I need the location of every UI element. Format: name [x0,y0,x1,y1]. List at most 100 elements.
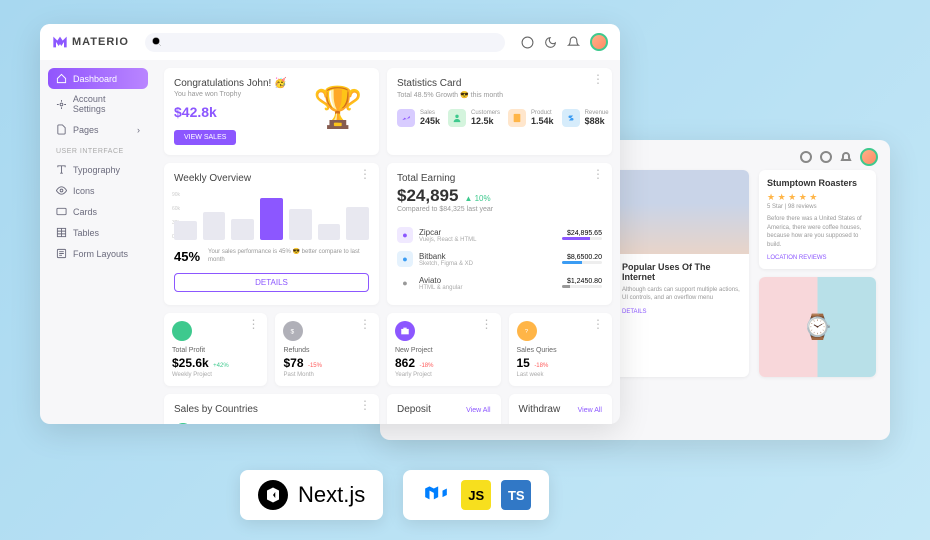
coffee-links[interactable]: LOCATION REVIEWS [767,255,868,261]
view-sales-button[interactable]: VIEW SALES [174,130,236,145]
new-project-card: ⋮ New Project 862 -18% Yearly Project [387,313,501,386]
more-icon[interactable]: ⋮ [592,171,604,177]
sidebar-item-icons[interactable]: Icons [48,180,148,201]
theme-icon[interactable] [820,151,832,163]
dollar-icon: $ [283,321,303,341]
more-icon[interactable]: ⋮ [359,402,371,408]
earning-value: $24,895 [397,186,458,205]
details-button[interactable]: DETAILS [174,273,369,292]
more-icon[interactable]: ⋮ [481,321,493,327]
view-all-link[interactable]: View All [578,407,602,414]
table-icon [56,227,67,238]
statistics-card: ⋮ Statistics Card Total 48.5% Growth 😎 t… [387,68,612,155]
sidebar-item-account[interactable]: Account Settings [48,89,148,119]
view-all-link[interactable]: View All [466,407,490,414]
bell-icon[interactable] [567,36,580,49]
gear-icon [56,99,67,110]
star-rating: ★ ★ ★ ★ ★ [767,192,868,203]
svg-text:?: ? [524,329,528,335]
deposit-card: DepositView All GGumroad AccountSell UI … [387,394,501,424]
total-profit-card: ⋮ Total Profit $25.6k +42% Weekly Projec… [164,313,267,386]
mui-icon [421,480,451,510]
user-icon [448,109,466,127]
nextjs-badge: Next.js [240,470,383,520]
bar [318,224,341,240]
avatar[interactable] [860,148,878,166]
main-content: Congratulations John! 🥳 You have won Tro… [156,60,620,424]
briefcase-icon [395,321,415,341]
bar [289,209,312,240]
rating-label: 5 Star | 98 reviews [767,203,868,211]
watch-image: ⌚ [759,277,876,376]
ts-icon: TS [501,480,531,510]
details-link[interactable]: DETAILS [622,309,741,315]
bar [231,219,254,240]
help-icon: ? [517,321,537,341]
chart-icon [172,321,192,341]
svg-text:$: $ [291,329,295,336]
brand-logo[interactable]: MATERIO [52,34,129,50]
sidebar-item-tables[interactable]: Tables [48,222,148,243]
country-flag-icon: US [174,423,192,424]
nextjs-icon [258,480,288,510]
file-icon [56,124,67,135]
bar [203,212,226,240]
sidebar-item-dashboard[interactable]: Dashboard [48,68,148,89]
logo-icon [52,34,68,50]
dollar-icon [562,109,580,127]
coffee-card: Stumptown Roasters ★ ★ ★ ★ ★ 5 Star | 98… [759,170,876,269]
withdraw-card: WithdrawView All GGoogle AdsensePaypal d… [509,394,612,424]
github-icon[interactable] [800,151,812,163]
total-earning-card: ⋮ Total Earning $24,895▲ 10% Compared to… [387,163,612,305]
js-icon: JS [461,480,491,510]
sidebar-item-pages[interactable]: Pages › [48,119,148,140]
more-icon[interactable]: ⋮ [592,76,604,82]
sales-queries-card: ⋮ ? Sales Quries 15 -18% Last week [509,313,612,386]
coffee-desc: Before there was a United States of Amer… [767,215,868,249]
topbar: MATERIO [40,24,620,60]
bar [346,207,369,240]
primary-window: MATERIO Dashboard Account Settings P [40,24,620,424]
topbar-actions [521,33,608,51]
theme-toggle-icon[interactable] [544,36,557,49]
topbar-icons [800,148,878,166]
bell-icon[interactable] [840,151,852,163]
more-icon[interactable]: ⋮ [247,321,259,327]
form-icon [56,248,67,259]
congratulations-card: Congratulations John! 🥳 You have won Tro… [164,68,379,155]
coffee-title: Stumptown Roasters [767,178,868,188]
trend-icon [397,109,415,127]
weekly-overview-card: ⋮ Weekly Overview 90k60k30k0k 45% Your s… [164,163,379,305]
github-icon[interactable] [521,36,534,49]
bar-chart: 90k60k30k0k [174,192,369,240]
bar [174,221,197,240]
sales-by-countries-card: ⋮ Sales by Countries US $8,656k ▲ 25.8%U… [164,394,379,424]
bar [260,198,283,240]
sidebar-item-cards[interactable]: Cards [48,201,148,222]
watch-card: ⌚ [759,277,876,376]
internet-card: Popular Uses Of The Internet Although ca… [614,170,749,377]
card-icon [56,206,67,217]
sidebar: Dashboard Account Settings Pages › USER … [40,60,156,424]
user-avatar[interactable] [590,33,608,51]
home-icon [56,73,67,84]
performance-value: 45% [174,249,200,264]
eye-icon [56,185,67,196]
search-input[interactable] [145,32,505,52]
more-icon[interactable]: ⋮ [359,171,371,177]
card-image [614,170,749,254]
tech-badges: Next.js JS TS [240,470,549,520]
more-icon[interactable]: ⋮ [592,321,604,327]
chevron-right-icon: › [137,125,140,135]
mui-js-ts-badge: JS TS [403,470,549,520]
search-icon [151,36,163,48]
more-icon[interactable]: ⋮ [359,321,371,327]
refunds-card: ⋮ $ Refunds $78 -15% Past Month [275,313,379,386]
sidebar-item-typography[interactable]: Typography [48,159,148,180]
sidebar-item-forms[interactable]: Form Layouts [48,243,148,264]
type-icon [56,164,67,175]
nav-section-label: USER INTERFACE [48,140,148,159]
card-desc: Although cards can support multiple acti… [622,286,741,303]
device-icon [508,109,526,127]
card-title: Popular Uses Of The Internet [622,262,741,282]
